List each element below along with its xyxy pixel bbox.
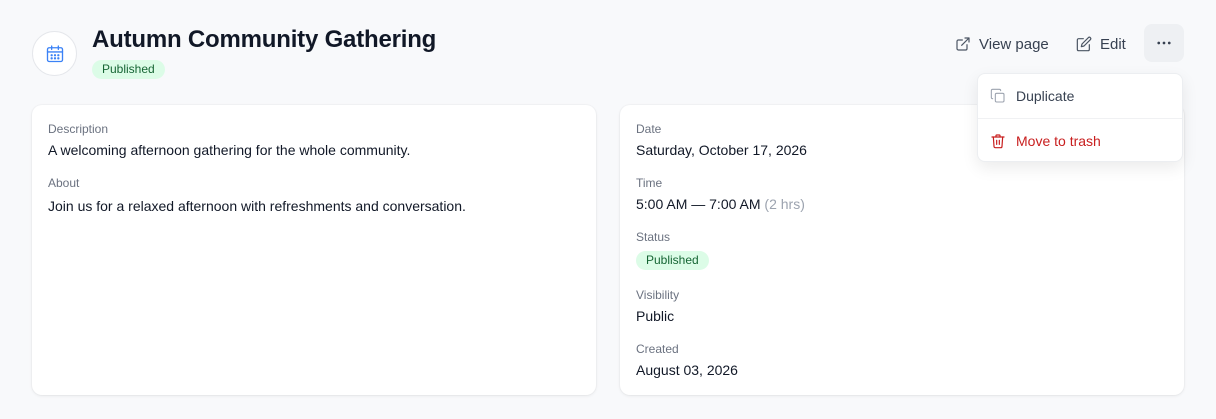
- duplicate-label: Duplicate: [1016, 88, 1075, 104]
- view-page-button[interactable]: View page: [955, 32, 1049, 56]
- move-to-trash-label: Move to trash: [1016, 133, 1101, 149]
- event-avatar: [32, 31, 77, 76]
- external-link-icon: [955, 36, 971, 52]
- date-value: Saturday, October 17, 2026: [636, 142, 807, 158]
- copy-icon: [990, 88, 1006, 104]
- about-field: About Join us for a relaxed afternoon wi…: [48, 176, 466, 215]
- status-value-badge: Published: [636, 251, 709, 270]
- date-label: Date: [636, 122, 662, 136]
- description-field: Description A welcoming afternoon gather…: [48, 122, 410, 159]
- about-label: About: [48, 176, 80, 190]
- date-field: Date Saturday, October 17, 2026: [636, 122, 807, 159]
- trash-icon: [990, 133, 1006, 149]
- time-field: Time 5:00 AM — 7:00 AM (2 hrs): [636, 176, 805, 213]
- more-actions-button[interactable]: [1144, 24, 1184, 62]
- status-badge: Published: [92, 60, 165, 79]
- created-label: Created: [636, 342, 679, 356]
- time-label: Time: [636, 176, 663, 190]
- calendar-icon: [45, 44, 65, 64]
- visibility-value: Public: [636, 308, 675, 324]
- move-to-trash-menu-item[interactable]: Move to trash: [978, 119, 1182, 163]
- details-card: Description A welcoming afternoon gather…: [32, 105, 596, 395]
- visibility-label: Visibility: [636, 288, 680, 302]
- status-label: Status: [636, 230, 671, 244]
- visibility-field: Visibility Public: [636, 288, 679, 325]
- duplicate-menu-item[interactable]: Duplicate: [978, 74, 1182, 118]
- more-horizontal-icon: [1155, 34, 1173, 52]
- more-actions-menu: Duplicate Move to trash: [977, 73, 1183, 162]
- event-detail-page: Autumn Community Gathering Published Vie…: [0, 0, 1216, 419]
- time-duration: (2 hrs): [764, 196, 805, 212]
- description-value: A welcoming afternoon gathering for the …: [48, 142, 411, 158]
- page-title: Autumn Community Gathering: [92, 26, 437, 53]
- edit-button[interactable]: Edit: [1076, 32, 1126, 56]
- created-value: August 03, 2026: [636, 362, 738, 378]
- description-label: Description: [48, 122, 109, 136]
- status-field: Status Published: [636, 230, 709, 270]
- created-field: Created August 03, 2026: [636, 342, 738, 379]
- view-page-label: View page: [979, 35, 1049, 53]
- about-value: Join us for a relaxed afternoon with ref…: [48, 198, 466, 214]
- edit-label: Edit: [1100, 35, 1126, 53]
- time-range: 5:00 AM — 7:00 AM: [636, 196, 761, 212]
- edit-icon: [1076, 36, 1092, 52]
- time-value: 5:00 AM — 7:00 AM (2 hrs): [636, 195, 805, 213]
